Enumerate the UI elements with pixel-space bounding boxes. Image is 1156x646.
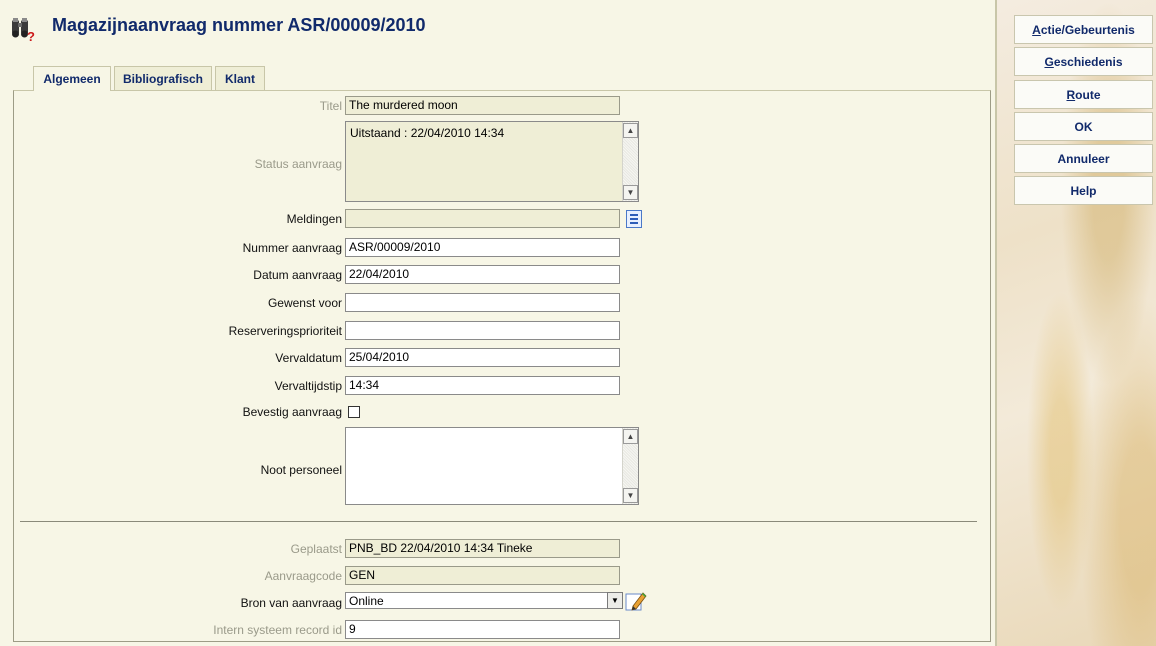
- meldingen-label: Meldingen: [286, 212, 342, 226]
- noot-textarea[interactable]: ▲ ▼: [345, 427, 639, 505]
- actie-accesskey: A: [1032, 22, 1041, 37]
- scroll-down-icon[interactable]: ▼: [623, 488, 638, 503]
- tab-algemeen[interactable]: Algemeen: [33, 66, 111, 91]
- vervaldatum-label: Vervaldatum: [275, 351, 342, 365]
- record-id-label: Intern systeem record id: [213, 623, 342, 637]
- meldingen-field: [345, 209, 620, 228]
- aanvraagcode-label: Aanvraagcode: [264, 569, 342, 583]
- vervaltijdstip-field[interactable]: 14:34: [345, 376, 620, 395]
- scroll-down-icon[interactable]: ▼: [623, 185, 638, 200]
- gewenst-label: Gewenst voor: [267, 296, 342, 310]
- gewenst-field[interactable]: [345, 293, 620, 312]
- status-label: Status aanvraag: [254, 157, 342, 171]
- status-text: Uitstaand : 22/04/2010 14:34: [350, 126, 505, 140]
- ok-button[interactable]: OK: [1014, 112, 1153, 141]
- geschiedenis-accesskey: G: [1044, 54, 1054, 69]
- aanvraagcode-field: GEN: [345, 566, 620, 585]
- actie-label: ctie/Gebeurtenis: [1040, 22, 1135, 37]
- binoculars-question-icon: ?: [12, 18, 35, 42]
- geschiedenis-button[interactable]: Geschiedenis: [1014, 47, 1153, 76]
- prioriteit-label: Reserveringsprioriteit: [228, 324, 342, 338]
- titel-field: The murdered moon: [345, 96, 620, 115]
- tab-klant[interactable]: Klant: [215, 66, 265, 90]
- geplaatst-label: Geplaatst: [290, 542, 342, 556]
- bevestig-label: Bevestig aanvraag: [242, 405, 342, 419]
- section-divider: [20, 521, 977, 522]
- nummer-field[interactable]: ASR/00009/2010: [345, 238, 620, 257]
- annuleer-button[interactable]: Annuleer: [1014, 144, 1153, 173]
- geschiedenis-label: eschiedenis: [1053, 54, 1123, 69]
- status-scrollbar[interactable]: ▲ ▼: [622, 122, 638, 201]
- bevestig-checkbox[interactable]: [348, 406, 360, 418]
- noot-label: Noot personeel: [260, 463, 342, 477]
- route-accesskey: R: [1066, 87, 1076, 102]
- noot-scrollbar[interactable]: ▲ ▼: [622, 428, 638, 504]
- scroll-up-icon[interactable]: ▲: [623, 123, 638, 138]
- help-button[interactable]: Help: [1014, 176, 1153, 205]
- chevron-down-icon[interactable]: ▼: [607, 592, 623, 609]
- svg-text:?: ?: [27, 29, 35, 42]
- datum-field[interactable]: 22/04/2010: [345, 265, 620, 284]
- scroll-up-icon[interactable]: ▲: [623, 429, 638, 444]
- route-label: oute: [1075, 87, 1101, 102]
- nummer-label: Nummer aanvraag: [242, 241, 342, 255]
- action-sidebar: Actie/Gebeurtenis Geschiedenis Route OK …: [995, 0, 1156, 646]
- vervaltijdstip-label: Vervaltijdstip: [274, 379, 342, 393]
- page-title: Magazijnaanvraag nummer ASR/00009/2010: [52, 15, 426, 35]
- route-button[interactable]: Route: [1014, 80, 1153, 109]
- vervaldatum-field[interactable]: 25/04/2010: [345, 348, 620, 367]
- datum-label: Datum aanvraag: [253, 268, 342, 282]
- main-panel: ? Magazijnaanvraag nummer ASR/00009/2010…: [0, 0, 995, 646]
- pencil-icon[interactable]: [625, 590, 647, 612]
- bron-select[interactable]: Online: [345, 592, 622, 609]
- geplaatst-field: PNB_BD 22/04/2010 14:34 Tineke: [345, 539, 620, 558]
- list-icon[interactable]: [626, 210, 642, 228]
- tab-bibliografisch[interactable]: Bibliografisch: [114, 66, 212, 90]
- prioriteit-field[interactable]: [345, 321, 620, 340]
- status-textarea: Uitstaand : 22/04/2010 14:34 ▲ ▼: [345, 121, 639, 202]
- bron-label: Bron van aanvraag: [240, 596, 342, 610]
- record-id-field[interactable]: 9: [345, 620, 620, 639]
- actie-gebeurtenis-button[interactable]: Actie/Gebeurtenis: [1014, 15, 1153, 44]
- titel-label: Titel: [319, 99, 342, 113]
